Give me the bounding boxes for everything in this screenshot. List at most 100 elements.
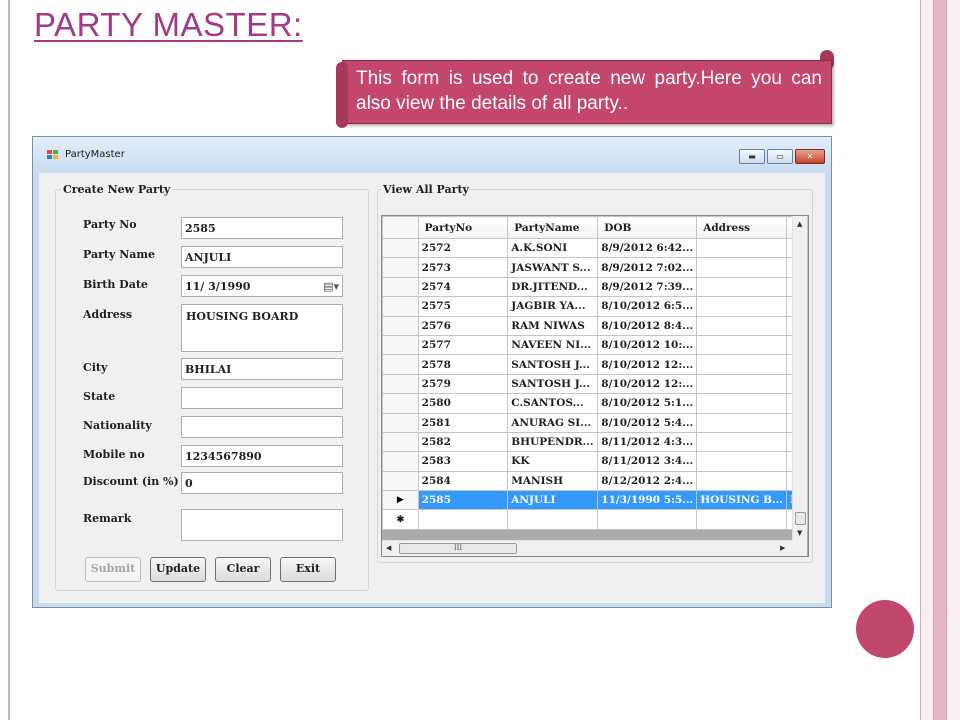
table-row[interactable]: 2577 NAVEEN NI... 8/10/2012 10:... <box>382 334 808 356</box>
table-cell[interactable]: 2582 <box>417 431 509 453</box>
table-row[interactable]: 2580 C.SANTOS... 8/10/2012 5:1... <box>382 393 808 414</box>
nationality-input[interactable] <box>181 416 343 438</box>
table-cell[interactable]: 2584 <box>417 470 509 492</box>
row-header[interactable] <box>382 412 419 433</box>
table-cell[interactable]: HOUSING B... <box>696 490 788 511</box>
table-cell[interactable]: ANURAG SI... <box>507 412 599 433</box>
table-cell[interactable] <box>507 509 599 530</box>
table-row[interactable]: 2578 SANTOSH J... 8/10/2012 12:... <box>382 354 808 375</box>
vertical-scroll-thumb[interactable] <box>795 512 806 525</box>
table-row[interactable]: 2584 MANISH 8/12/2012 2:4... <box>382 470 808 492</box>
close-button[interactable]: ✕ <box>795 149 825 164</box>
table-cell[interactable]: 8/10/2012 5:4... <box>597 412 698 433</box>
table-row[interactable]: 2581 ANURAG SI... 8/10/2012 5:4... <box>382 412 808 433</box>
column-header[interactable]: DOB <box>597 216 698 239</box>
table-row[interactable]: 2574 DR.JITEND... 8/9/2012 7:39... <box>382 276 808 298</box>
table-cell[interactable] <box>696 393 788 414</box>
scroll-down-icon[interactable]: ▼ <box>797 529 802 537</box>
table-cell[interactable]: 8/10/2012 12:... <box>597 373 698 395</box>
table-cell[interactable]: JAGBIR YA... <box>507 296 599 317</box>
table-cell[interactable]: 8/10/2012 12:... <box>597 354 698 375</box>
selected-row-indicator-icon[interactable]: ▶ <box>382 490 419 511</box>
table-cell[interactable] <box>696 237 788 259</box>
table-cell[interactable]: 8/10/2012 6:5... <box>597 296 698 317</box>
table-row[interactable]: 2582 BHUPENDR... 8/11/2012 4:3... <box>382 431 808 453</box>
vertical-scrollbar[interactable]: ▲ ▼ <box>792 216 807 540</box>
window-titlebar[interactable]: PartyMaster ▬ ▭ ✕ <box>33 137 831 173</box>
submit-button[interactable]: Submit <box>85 557 141 582</box>
party-data-grid[interactable]: PartyNo PartyName DOB Address C 2572A.K.… <box>381 215 809 557</box>
column-header[interactable]: PartyName <box>507 216 599 239</box>
table-cell[interactable]: 2578 <box>417 354 509 375</box>
scroll-left-icon[interactable]: ◀ <box>386 544 391 552</box>
table-cell[interactable]: 8/12/2012 2:4... <box>597 470 698 492</box>
table-cell[interactable]: A.K.SONI <box>507 237 599 259</box>
mobile-no-input[interactable] <box>181 445 343 467</box>
table-cell[interactable]: 2583 <box>417 451 509 472</box>
update-button[interactable]: Update <box>150 557 206 582</box>
table-cell[interactable] <box>696 276 788 298</box>
row-header[interactable] <box>382 393 419 414</box>
table-cell[interactable]: 2579 <box>417 373 509 395</box>
birth-date-picker[interactable]: 11/ 3/1990 ▤▾ <box>181 275 343 297</box>
row-header[interactable] <box>382 451 419 472</box>
table-cell[interactable]: C.SANTOS... <box>507 393 599 414</box>
table-cell[interactable] <box>696 354 788 375</box>
row-header[interactable] <box>382 431 419 453</box>
exit-button[interactable]: Exit <box>280 557 336 582</box>
table-row[interactable]: 2575 JAGBIR YA... 8/10/2012 6:5... <box>382 296 808 317</box>
table-cell[interactable]: DR.JITEND... <box>507 276 599 298</box>
city-input[interactable] <box>181 358 343 380</box>
table-cell[interactable]: 2575 <box>417 296 509 317</box>
table-cell[interactable]: 2581 <box>417 412 509 433</box>
table-cell[interactable]: 2580 <box>417 393 509 414</box>
table-cell[interactable]: JASWANT S... <box>507 257 599 278</box>
table-cell[interactable]: 2577 <box>417 334 509 356</box>
table-row[interactable]: 2583 KK 8/11/2012 3:4... <box>382 451 808 472</box>
table-cell[interactable] <box>696 412 788 433</box>
table-cell[interactable] <box>696 257 788 278</box>
table-row[interactable]: 2576 RAM NIWAS 8/10/2012 8:4... <box>382 315 808 336</box>
table-cell[interactable] <box>417 509 509 530</box>
table-row[interactable]: 2572 A.K.SONI 8/9/2012 6:42... <box>382 237 808 259</box>
table-cell[interactable]: 2585 <box>417 490 509 511</box>
discount-input[interactable] <box>181 472 343 494</box>
column-header[interactable]: PartyNo <box>417 216 509 239</box>
row-header[interactable] <box>382 334 419 356</box>
scroll-right-icon[interactable]: ▶ <box>780 544 785 552</box>
table-cell[interactable] <box>597 509 698 530</box>
row-header[interactable] <box>382 373 419 395</box>
horizontal-scrollbar[interactable]: ◀ III ▶ <box>382 540 792 556</box>
minimize-button[interactable]: ▬ <box>739 149 765 164</box>
party-no-input[interactable] <box>181 217 343 239</box>
new-row-asterisk-icon[interactable]: ✱ <box>382 509 419 530</box>
row-header[interactable] <box>382 354 419 375</box>
table-cell[interactable] <box>696 451 788 472</box>
row-header[interactable] <box>382 237 419 259</box>
table-cell[interactable]: 8/11/2012 3:4... <box>597 451 698 472</box>
table-cell[interactable]: 8/10/2012 8:4... <box>597 315 698 336</box>
table-cell[interactable]: NAVEEN NI... <box>507 334 599 356</box>
table-new-row[interactable]: ✱ <box>382 509 808 530</box>
table-cell[interactable] <box>696 296 788 317</box>
party-name-input[interactable] <box>181 246 343 268</box>
table-cell[interactable]: 8/11/2012 4:3... <box>597 431 698 453</box>
table-cell[interactable]: 2576 <box>417 315 509 336</box>
address-input[interactable]: HOUSING BOARD <box>181 304 343 352</box>
table-cell[interactable] <box>696 431 788 453</box>
calendar-dropdown-icon[interactable]: ▤▾ <box>323 280 339 293</box>
table-cell[interactable] <box>696 509 788 530</box>
row-header[interactable] <box>382 276 419 298</box>
table-cell[interactable]: 8/9/2012 6:42... <box>597 237 698 259</box>
table-cell[interactable]: 2574 <box>417 276 509 298</box>
state-input[interactable] <box>181 387 343 409</box>
table-cell[interactable]: 11/3/1990 5:5... <box>597 490 698 511</box>
row-header[interactable] <box>382 470 419 492</box>
horizontal-scroll-thumb[interactable]: III <box>399 543 517 554</box>
table-cell[interactable] <box>696 334 788 356</box>
row-header[interactable] <box>382 296 419 317</box>
table-row[interactable]: 2579 SANTOSH J... 8/10/2012 12:... <box>382 373 808 395</box>
table-row-selected[interactable]: ▶2585ANJULI11/3/1990 5:5...HOUSING B...B… <box>382 490 808 511</box>
row-header[interactable] <box>382 257 419 278</box>
row-header[interactable] <box>382 315 419 336</box>
